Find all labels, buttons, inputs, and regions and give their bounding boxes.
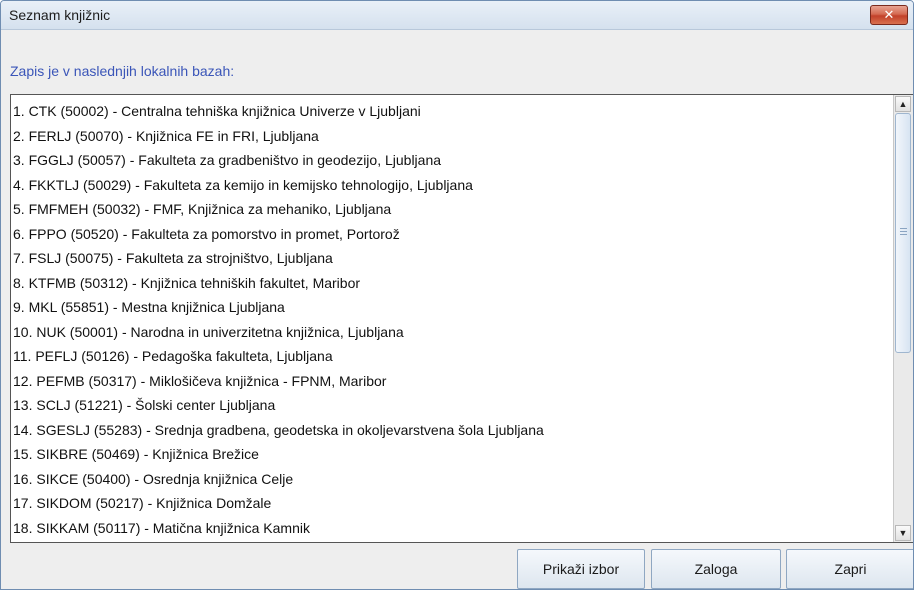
list-item[interactable]: 13. SCLJ (51221) - Šolski center Ljublja… xyxy=(11,393,893,418)
list-item[interactable]: 17. SIKDOM (50217) - Knjižnica Domžale xyxy=(11,491,893,516)
library-list[interactable]: 1. CTK (50002) - Centralna tehniška knji… xyxy=(11,95,893,542)
list-item[interactable]: 10. NUK (50001) - Narodna in univerzitet… xyxy=(11,320,893,345)
list-item[interactable]: 18. SIKKAM (50117) - Matična knjižnica K… xyxy=(11,516,893,541)
list-item[interactable]: 11. PEFLJ (50126) - Pedagoška fakulteta,… xyxy=(11,344,893,369)
list-item[interactable]: 5. FMFMEH (50032) - FMF, Knjižnica za me… xyxy=(11,197,893,222)
list-item[interactable]: 1. CTK (50002) - Centralna tehniška knji… xyxy=(11,99,893,124)
list-item[interactable]: 15. SIKBRE (50469) - Knjižnica Brežice xyxy=(11,442,893,467)
list-item[interactable]: 9. MKL (55851) - Mestna knjižnica Ljublj… xyxy=(11,295,893,320)
title-bar[interactable]: Seznam knjižnic ✕ xyxy=(1,1,913,30)
arrow-up-icon[interactable]: ▲ xyxy=(895,96,911,112)
grip-line xyxy=(900,234,907,235)
list-item[interactable]: 4. FKKTLJ (50029) - Fakulteta za kemijo … xyxy=(11,173,893,198)
grip-line xyxy=(900,228,907,229)
list-item[interactable]: 19. SIKKP (50500) - Osrednja knjižnica S… xyxy=(11,540,893,542)
list-item[interactable]: 16. SIKCE (50400) - Osrednja knjižnica C… xyxy=(11,467,893,492)
list-item[interactable]: 12. PEFMB (50317) - Miklošičeva knjižnic… xyxy=(11,369,893,394)
scroll-thumb[interactable] xyxy=(895,113,911,353)
list-item[interactable]: 8. KTFMB (50312) - Knjižnica tehniških f… xyxy=(11,271,893,296)
list-item[interactable]: 3. FGGLJ (50057) - Fakulteta za gradbeni… xyxy=(11,148,893,173)
library-list-dialog: Seznam knjižnic ✕ Zapis je v naslednjih … xyxy=(0,0,914,590)
list-item[interactable]: 2. FERLJ (50070) - Knjižnica FE in FRI, … xyxy=(11,124,893,149)
window-title: Seznam knjižnic xyxy=(9,7,111,23)
library-listbox[interactable]: 1. CTK (50002) - Centralna tehniška knji… xyxy=(10,94,913,543)
list-item[interactable]: 7. FSLJ (50075) - Fakulteta za strojništ… xyxy=(11,246,893,271)
close-icon[interactable]: ✕ xyxy=(870,5,908,25)
subtitle-text: Zapis je v naslednjih lokalnih bazah: xyxy=(10,63,235,79)
list-item[interactable]: 14. SGESLJ (55283) - Srednja gradbena, g… xyxy=(11,418,893,443)
list-item[interactable]: 6. FPPO (50520) - Fakulteta za pomorstvo… xyxy=(11,222,893,247)
show-selection-button[interactable]: Prikaži izbor xyxy=(517,549,645,589)
grip-line xyxy=(900,231,907,232)
arrow-down-icon[interactable]: ▼ xyxy=(895,525,911,541)
close-button[interactable]: Zapri xyxy=(786,549,913,589)
stock-button[interactable]: Zaloga xyxy=(651,549,781,589)
vertical-scrollbar[interactable]: ▲ ▼ xyxy=(893,95,913,542)
